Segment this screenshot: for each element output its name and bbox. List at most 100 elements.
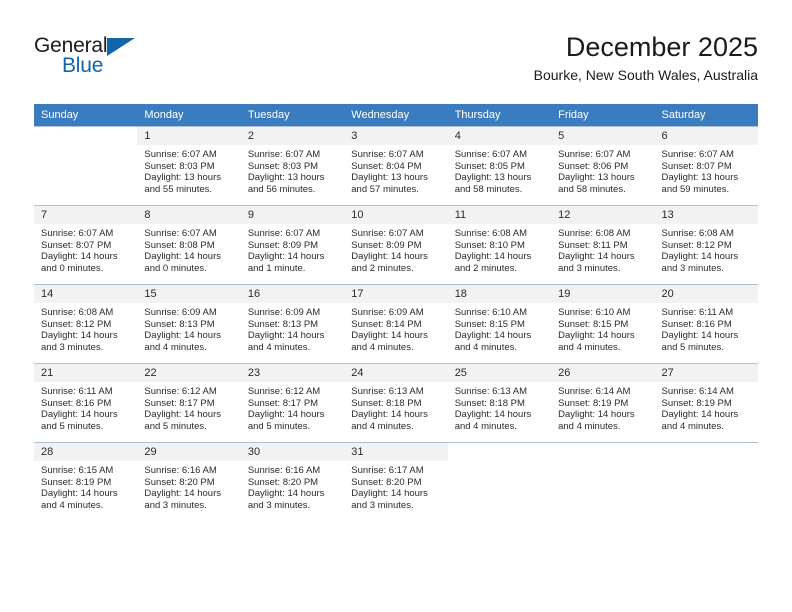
day-details: Sunrise: 6:07 AM Sunset: 8:03 PM Daylight:…: [137, 145, 240, 195]
day-number: 15: [137, 285, 241, 303]
sunrise-text: Sunrise: 6:14 AM: [558, 386, 631, 397]
calendar-body: 1 Sunrise: 6:07 AM Sunset: 8:03 PM Daylight…: [34, 126, 758, 521]
day-number: 25: [447, 364, 552, 382]
sunrise-text: Sunrise: 6:09 AM: [247, 307, 321, 318]
day-number: 22: [137, 364, 241, 382]
sunrise-text: Sunrise: 6:16 AM: [144, 465, 217, 476]
day-cell-inner: 1 Sunrise: 6:07 AM Sunset: 8:03 PM Daylight…: [137, 127, 241, 205]
calendar-day-cell[interactable]: 28 Sunrise: 6:15 AM Sunset: 8:19 PM Dayligh…: [34, 442, 138, 521]
daylight-text-line2: and 4 minutes.: [558, 420, 621, 432]
daylight-text-line2: and 5 minutes.: [661, 341, 724, 353]
day-number: 5: [551, 127, 655, 145]
daylight-text-line1: Daylight: 14 hours: [144, 488, 221, 500]
calendar-day-cell[interactable]: 21 Sunrise: 6:11 AM Sunset: 8:16 PM Dayligh…: [34, 363, 138, 443]
day-details: Sunrise: 6:07 AM Sunset: 8:07 PM Daylight:…: [34, 224, 137, 274]
calendar-day-cell[interactable]: 12 Sunrise: 6:08 AM Sunset: 8:11 PM Dayligh…: [551, 205, 655, 285]
day-details: Sunrise: 6:07 AM Sunset: 8:08 PM Daylight:…: [137, 224, 240, 274]
general-blue-logo[interactable]: General Blue: [34, 34, 234, 90]
calendar-day-cell[interactable]: 17 Sunrise: 6:09 AM Sunset: 8:14 PM Dayligh…: [344, 284, 448, 364]
day-details: Sunrise: 6:12 AM Sunset: 8:17 PM Daylight:…: [241, 382, 344, 432]
day-details: Sunrise: 6:09 AM Sunset: 8:13 PM Daylight:…: [241, 303, 344, 353]
title-block: December 2025 Bourke, New South Wales, A…: [534, 30, 758, 86]
calendar-day-cell[interactable]: 27 Sunrise: 6:14 AM Sunset: 8:19 PM Dayligh…: [654, 363, 758, 443]
calendar-day-cell[interactable]: 22 Sunrise: 6:12 AM Sunset: 8:17 PM Dayligh…: [137, 363, 241, 443]
daylight-text-line2: and 5 minutes.: [247, 420, 311, 432]
calendar-day-cell[interactable]: 26 Sunrise: 6:14 AM Sunset: 8:19 PM Dayligh…: [551, 363, 655, 443]
calendar-day-cell[interactable]: 24 Sunrise: 6:13 AM Sunset: 8:18 PM Dayligh…: [344, 363, 448, 443]
daylight-text-line1: Daylight: 13 hours: [454, 172, 532, 184]
day-number: 4: [447, 127, 552, 145]
day-number: 9: [240, 206, 345, 224]
day-cell-inner: 22 Sunrise: 6:12 AM Sunset: 8:17 PM Dayligh…: [137, 364, 241, 442]
calendar-day-cell[interactable]: 25 Sunrise: 6:13 AM Sunset: 8:18 PM Dayligh…: [447, 363, 552, 443]
sunset-text: Sunset: 8:05 PM: [454, 160, 525, 172]
calendar-day-cell[interactable]: 4 Sunrise: 6:07 AM Sunset: 8:05 PM Daylight…: [447, 126, 552, 206]
day-cell-inner: 12 Sunrise: 6:08 AM Sunset: 8:11 PM Dayligh…: [551, 206, 655, 284]
sunset-text: Sunset: 8:17 PM: [144, 397, 215, 409]
daylight-text-line1: Daylight: 14 hours: [351, 488, 428, 500]
calendar-day-cell[interactable]: 1 Sunrise: 6:07 AM Sunset: 8:03 PM Daylight…: [137, 126, 241, 206]
day-number: 31: [344, 443, 448, 461]
calendar-day-cell[interactable]: 5 Sunrise: 6:07 AM Sunset: 8:06 PM Daylight…: [551, 126, 655, 206]
page-header: General Blue December 2025 Bourke, New S…: [34, 30, 758, 96]
calendar-day-cell[interactable]: 13 Sunrise: 6:08 AM Sunset: 8:12 PM Dayligh…: [654, 205, 758, 285]
daylight-text-line1: Daylight: 14 hours: [351, 330, 428, 342]
daylight-text-line1: Daylight: 14 hours: [661, 330, 739, 342]
sunset-text: Sunset: 8:09 PM: [351, 239, 422, 251]
day-details: Sunrise: 6:13 AM Sunset: 8:18 PM Daylight:…: [344, 382, 447, 432]
calendar-day-cell[interactable]: 19 Sunrise: 6:10 AM Sunset: 8:15 PM Dayligh…: [551, 284, 655, 364]
calendar-week-row: 21 Sunrise: 6:11 AM Sunset: 8:16 PM Dayligh…: [34, 363, 758, 443]
calendar-day-cell[interactable]: 18 Sunrise: 6:10 AM Sunset: 8:15 PM Dayligh…: [447, 284, 552, 364]
day-number: 11: [447, 206, 552, 224]
sunset-text: Sunset: 8:19 PM: [558, 397, 629, 409]
sunrise-text: Sunrise: 6:07 AM: [351, 149, 424, 160]
sunset-text: Sunset: 8:09 PM: [247, 239, 319, 251]
calendar-day-cell[interactable]: 3 Sunrise: 6:07 AM Sunset: 8:04 PM Daylight…: [344, 126, 448, 206]
day-details: Sunrise: 6:16 AM Sunset: 8:20 PM Daylight:…: [241, 461, 344, 511]
calendar-day-cell[interactable]: 8 Sunrise: 6:07 AM Sunset: 8:08 PM Daylight…: [137, 205, 241, 285]
weekday-header-tuesday: Tuesday: [240, 104, 345, 127]
sunset-text: Sunset: 8:06 PM: [558, 160, 629, 172]
sunset-text: Sunset: 8:18 PM: [454, 397, 525, 409]
calendar-day-cell[interactable]: 2 Sunrise: 6:07 AM Sunset: 8:03 PM Daylight…: [240, 126, 345, 206]
calendar-day-cell[interactable]: 7 Sunrise: 6:07 AM Sunset: 8:07 PM Daylight…: [34, 205, 138, 285]
logo-text-blue: Blue: [62, 54, 104, 77]
calendar-day-cell[interactable]: 15 Sunrise: 6:09 AM Sunset: 8:13 PM Dayligh…: [137, 284, 241, 364]
sunrise-text: Sunrise: 6:11 AM: [41, 386, 113, 397]
sunrise-text: Sunrise: 6:15 AM: [41, 465, 114, 476]
calendar-day-cell[interactable]: 20 Sunrise: 6:11 AM Sunset: 8:16 PM Dayligh…: [654, 284, 758, 364]
calendar-day-cell[interactable]: 29 Sunrise: 6:16 AM Sunset: 8:20 PM Dayligh…: [137, 442, 241, 521]
sunset-text: Sunset: 8:10 PM: [454, 239, 525, 251]
day-number: 3: [344, 127, 448, 145]
calendar-day-cell[interactable]: 31 Sunrise: 6:17 AM Sunset: 8:20 PM Dayligh…: [344, 442, 448, 521]
calendar-day-cell[interactable]: 9 Sunrise: 6:07 AM Sunset: 8:09 PM Daylight…: [240, 205, 345, 285]
daylight-text-line1: Daylight: 14 hours: [454, 409, 532, 421]
day-cell-inner: 20 Sunrise: 6:11 AM Sunset: 8:16 PM Dayligh…: [654, 285, 758, 363]
day-details: Sunrise: 6:09 AM Sunset: 8:14 PM Daylight:…: [344, 303, 447, 353]
day-details: Sunrise: 6:09 AM Sunset: 8:13 PM Daylight:…: [137, 303, 240, 353]
day-details: Sunrise: 6:07 AM Sunset: 8:04 PM Daylight:…: [344, 145, 447, 195]
sunrise-text: Sunrise: 6:11 AM: [661, 307, 734, 318]
daylight-text-line2: and 55 minutes.: [144, 183, 213, 195]
day-details: Sunrise: 6:11 AM Sunset: 8:16 PM Daylight:…: [34, 382, 137, 432]
calendar-day-cell[interactable]: 10 Sunrise: 6:07 AM Sunset: 8:09 PM Dayligh…: [344, 205, 448, 285]
calendar-day-cell[interactable]: 14 Sunrise: 6:08 AM Sunset: 8:12 PM Dayligh…: [34, 284, 138, 364]
daylight-text-line1: Daylight: 14 hours: [351, 409, 428, 421]
day-number: 10: [344, 206, 448, 224]
day-details: Sunrise: 6:08 AM Sunset: 8:10 PM Daylight:…: [448, 224, 551, 274]
calendar-day-cell[interactable]: 11 Sunrise: 6:08 AM Sunset: 8:10 PM Dayligh…: [447, 205, 552, 285]
sunrise-text: Sunrise: 6:08 AM: [41, 307, 114, 318]
day-cell-inner: 9 Sunrise: 6:07 AM Sunset: 8:09 PM Daylight…: [240, 206, 345, 284]
calendar-day-cell[interactable]: 23 Sunrise: 6:12 AM Sunset: 8:17 PM Dayligh…: [240, 363, 345, 443]
daylight-text-line2: and 57 minutes.: [351, 183, 419, 195]
day-cell-inner: 5 Sunrise: 6:07 AM Sunset: 8:06 PM Daylight…: [551, 127, 655, 205]
calendar-day-cell[interactable]: 30 Sunrise: 6:16 AM Sunset: 8:20 PM Dayligh…: [240, 442, 345, 521]
sunrise-text: Sunrise: 6:07 AM: [41, 228, 114, 239]
calendar-week-row: 7 Sunrise: 6:07 AM Sunset: 8:07 PM Daylight…: [34, 205, 758, 285]
calendar-day-cell[interactable]: 6 Sunrise: 6:07 AM Sunset: 8:07 PM Daylight…: [654, 126, 758, 206]
daylight-text-line2: and 0 minutes.: [41, 262, 104, 274]
daylight-text-line1: Daylight: 14 hours: [144, 330, 221, 342]
calendar-day-cell[interactable]: 16 Sunrise: 6:09 AM Sunset: 8:13 PM Dayligh…: [240, 284, 345, 364]
sunset-text: Sunset: 8:07 PM: [661, 160, 732, 172]
sunset-text: Sunset: 8:18 PM: [351, 397, 422, 409]
